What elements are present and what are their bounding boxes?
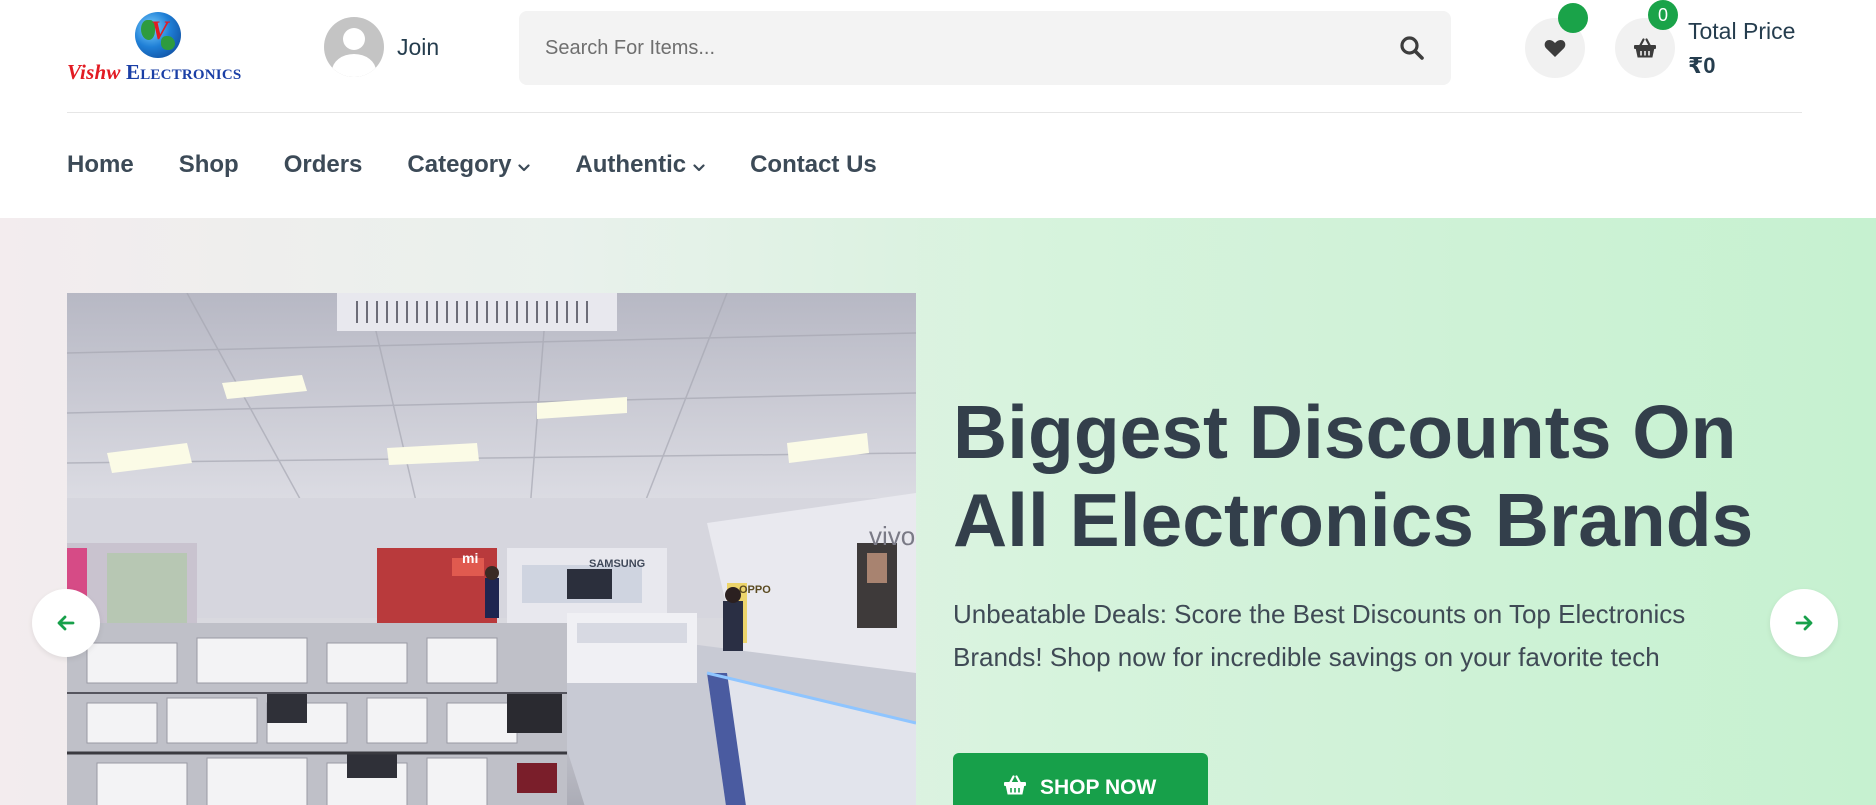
nav-item-label: Authentic	[575, 151, 687, 178]
nav-item-authentic[interactable]: Authentic	[575, 151, 705, 179]
store-sign-oppo: OPPO	[739, 584, 771, 596]
total-price: Total Price ₹0	[1688, 18, 1795, 79]
header: V Vishw Electronics Join Search For Item…	[0, 0, 1876, 113]
nav-item-category[interactable]: Category	[407, 151, 531, 179]
main-nav: Home Shop Orders Category Authentic Cont…	[67, 148, 922, 182]
nav-item-shop[interactable]: Shop	[179, 151, 239, 179]
nav-item-label: Home	[67, 151, 134, 178]
nav-item-home[interactable]: Home	[67, 151, 134, 179]
hero-title-line-2: All Electronics Brands	[953, 478, 1754, 562]
basket-icon	[1634, 38, 1656, 58]
arrow-right-icon	[1795, 615, 1813, 631]
search-input[interactable]	[519, 11, 1379, 85]
showroom-illustration: mi SAMSUNG vivo OPPO	[67, 293, 916, 805]
heart-icon	[1544, 39, 1566, 57]
store-sign-samsung: SAMSUNG	[589, 558, 645, 570]
nav-item-label: Shop	[178, 151, 239, 178]
store-sign-mi: mi	[462, 550, 478, 566]
nav-item-label: Contact Us	[750, 151, 877, 178]
hero-title: Biggest Discounts On All Electronics Bra…	[953, 388, 1833, 564]
shop-now-label: SHOP NOW	[1040, 776, 1157, 799]
hero-title-line-1: Biggest Discounts On	[953, 390, 1737, 474]
logo-word-2: Electronics	[126, 60, 242, 84]
join-label: Join	[397, 33, 440, 60]
search-icon	[1400, 36, 1424, 60]
header-divider	[67, 112, 1802, 113]
hero-image: mi SAMSUNG vivo OPPO	[67, 293, 916, 805]
nav-item-orders[interactable]: Orders	[284, 151, 363, 179]
nav-item-label: Orders	[283, 151, 363, 178]
search-button[interactable]	[1399, 35, 1425, 61]
store-sign-vivo: vivo	[869, 521, 915, 551]
logo-word-1: Vishw	[67, 60, 121, 84]
search-bar	[519, 11, 1451, 85]
site-logo[interactable]: V Vishw Electronics	[67, 12, 251, 86]
arrow-left-icon	[57, 615, 75, 631]
total-price-label: Total Price	[1688, 18, 1796, 44]
chevron-down-icon	[518, 151, 531, 179]
cart-count-badge: 0	[1648, 0, 1678, 30]
total-price-value: ₹0	[1688, 53, 1716, 78]
hero-subtitle: Unbeatable Deals: Score the Best Discoun…	[953, 599, 1686, 672]
nav-item-contact-us[interactable]: Contact Us	[750, 151, 877, 179]
logo-wordmark: Vishw Electronics	[67, 60, 241, 85]
basket-icon	[1004, 775, 1026, 795]
user-avatar-icon	[324, 17, 384, 77]
slider-prev-button[interactable]	[32, 589, 100, 657]
chevron-down-icon	[693, 151, 705, 179]
shop-now-button[interactable]: SHOP NOW	[953, 753, 1208, 805]
logo-mark: V	[151, 16, 169, 45]
nav-item-label: Category	[407, 151, 512, 178]
hero-slider: mi SAMSUNG vivo OPPO Biggest Discounts O…	[0, 218, 1876, 805]
wishlist-count-badge	[1558, 3, 1588, 33]
join-link[interactable]: Join	[324, 17, 439, 77]
slider-next-button[interactable]	[1770, 589, 1838, 657]
